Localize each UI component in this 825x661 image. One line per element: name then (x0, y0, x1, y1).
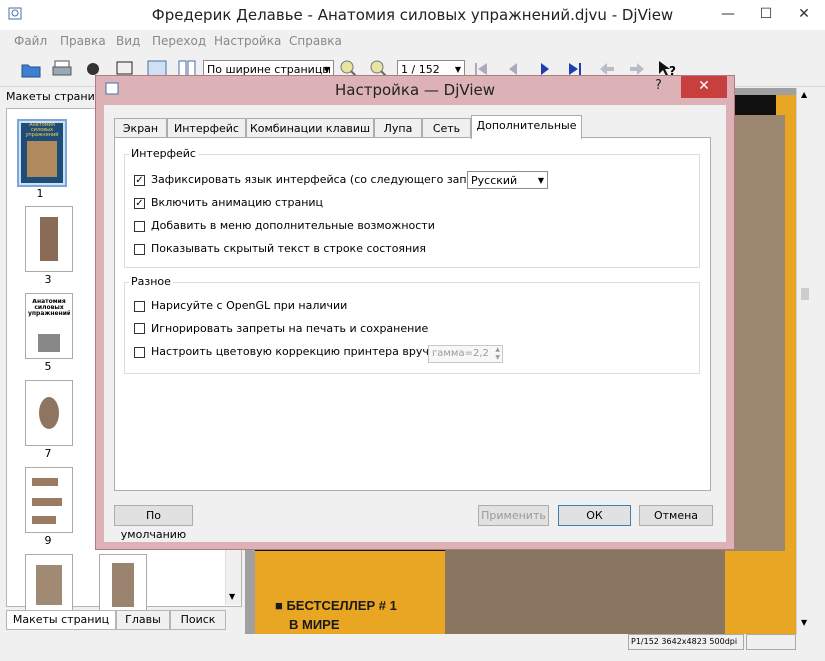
thumbnail-label: 9 (44, 534, 52, 547)
scroll-down-icon[interactable]: ▼ (801, 618, 807, 627)
hidden-text-checkbox[interactable] (134, 244, 145, 255)
tab-keybindings[interactable]: Комбинации клавиш (246, 118, 374, 138)
menu-view[interactable]: Вид (116, 34, 140, 48)
menu-edit[interactable]: Правка (60, 34, 106, 48)
lock-language-checkbox[interactable]: ✓ (134, 175, 145, 186)
extra-menu-label: Добавить в меню дополнительные возможнос… (151, 219, 435, 232)
ok-button[interactable]: ОК (558, 505, 631, 526)
tab-outline[interactable]: Главы (116, 610, 170, 630)
thumbnail-label: 7 (44, 447, 52, 460)
dialog-titlebar: Настройка — DjView (95, 75, 735, 105)
cancel-button[interactable]: Отмена (639, 505, 713, 526)
chevron-down-icon: ▼ (537, 176, 544, 185)
maximize-button[interactable]: ☐ (748, 0, 784, 30)
apply-button[interactable]: Применить (478, 505, 549, 526)
status-field (746, 634, 796, 650)
window-title: Фредерик Делавье - Анатомия силовых упра… (151, 6, 674, 24)
ignore-restrictions-checkbox[interactable] (134, 323, 145, 334)
menu-file[interactable]: Файл (14, 34, 47, 48)
printer-gamma-label: Настроить цветовую коррекцию принтера вр… (151, 345, 452, 358)
thumbnail-page[interactable] (25, 206, 73, 272)
window-titlebar: Фредерик Делавье - Анатомия силовых упра… (0, 0, 825, 30)
thumbnail-cover-title: Анатомия силовых упражнений (28, 299, 70, 317)
minimize-button[interactable]: — (710, 0, 746, 30)
thumbnail-page[interactable] (25, 467, 73, 533)
group-misc-label: Разное (129, 275, 173, 288)
thumbnail-label: 3 (44, 273, 52, 286)
tab-search[interactable]: Поиск (170, 610, 226, 630)
tab-thumbnails[interactable]: Макеты страниц (6, 610, 116, 630)
ignore-restrictions-label: Игнорировать запреты на печать и сохране… (151, 322, 429, 335)
defaults-button[interactable]: По умолчанию (114, 505, 193, 541)
menu-go[interactable]: Переход (152, 34, 206, 48)
page-animation-checkbox[interactable]: ✓ (134, 198, 145, 209)
dialog-close-button[interactable]: ✕ (681, 76, 727, 98)
status-page-info: P1/152 3642x4823 500dpi (628, 634, 744, 650)
scroll-up-icon[interactable]: ▲ (801, 90, 807, 99)
help-button[interactable]: ? (655, 78, 673, 96)
group-interface-label: Интерфейс (129, 147, 198, 160)
thumbnail-label: 1 (36, 187, 44, 200)
language-value: Русский (471, 174, 518, 187)
opengl-checkbox[interactable] (134, 301, 145, 312)
scroll-thumb[interactable] (801, 288, 809, 300)
thumbnail-label: 5 (44, 360, 52, 373)
tab-interface[interactable]: Интерфейс (167, 118, 246, 138)
tab-lens[interactable]: Лупа (374, 118, 422, 138)
menu-help[interactable]: Справка (289, 34, 342, 48)
extra-menu-checkbox[interactable] (134, 221, 145, 232)
lock-language-label: Зафиксировать язык интерфейса (со следую… (151, 173, 497, 186)
cover-line-2: В МИРЕ (289, 617, 340, 632)
page-animation-label: Включить анимацию страниц (151, 196, 324, 209)
dialog-title: Настройка — DjView (334, 81, 495, 99)
tab-screen[interactable]: Экран (114, 118, 167, 138)
hidden-text-label: Показывать скрытый текст в строке состоя… (151, 242, 426, 255)
document-scrollbar[interactable]: ▲ ▼ (796, 88, 813, 634)
cover-line-1: ■ БЕСТСЕЛЛЕР # 1 (275, 598, 397, 613)
gamma-spinbox[interactable]: гамма=2,2 ▲ ▼ (428, 345, 503, 363)
language-select[interactable]: Русский ▼ (467, 171, 548, 189)
scroll-down-icon[interactable]: ▼ (229, 592, 235, 601)
printer-gamma-checkbox[interactable] (134, 347, 145, 358)
spin-arrows-icon[interactable]: ▲ ▼ (495, 346, 500, 362)
menu-settings[interactable]: Настройка (214, 34, 281, 48)
sidebar-header: Макеты страниц (6, 90, 103, 103)
opengl-label: Нарисуйте с OpenGL при наличии (151, 299, 348, 312)
print-icon[interactable] (51, 58, 73, 80)
gamma-value: гамма=2,2 (432, 348, 489, 359)
open-icon[interactable] (20, 58, 42, 80)
tab-network[interactable]: Сеть (422, 118, 471, 138)
thumbnail-page[interactable] (25, 380, 73, 446)
close-button[interactable]: ✕ (786, 0, 822, 30)
thumbnail-cover-title: Анатомия силовых упражнений (25, 123, 59, 138)
menu-bar: Файл Правка Вид Переход Настройка Справк… (0, 30, 825, 52)
tab-advanced[interactable]: Дополнительные (471, 115, 582, 139)
